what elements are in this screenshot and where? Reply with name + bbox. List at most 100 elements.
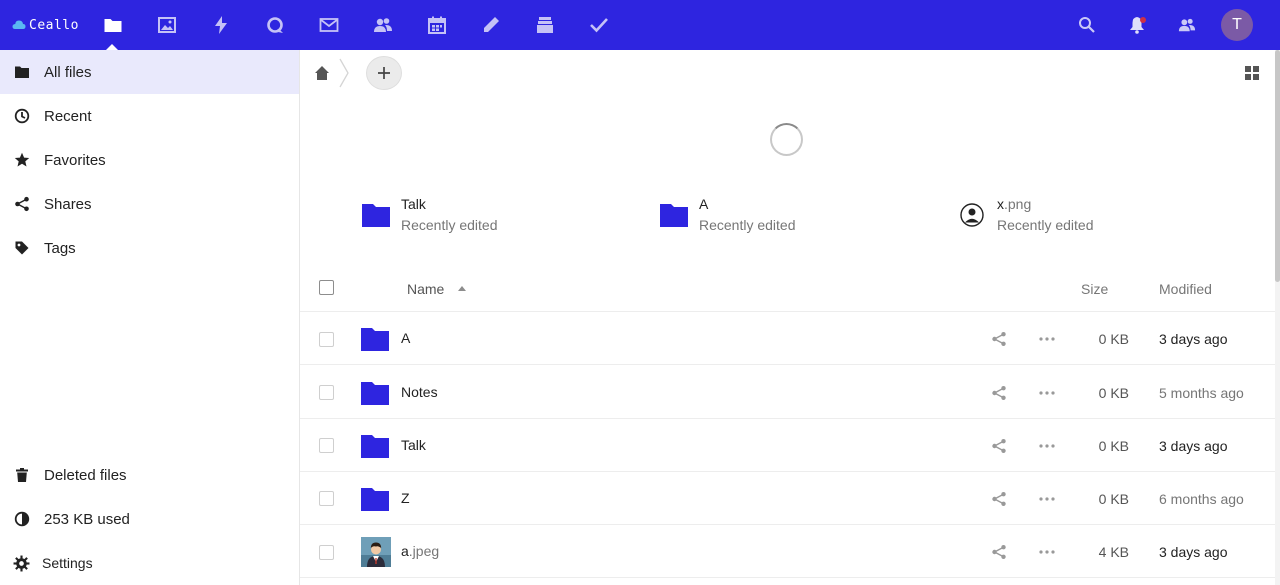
folder-icon: [362, 204, 390, 227]
recent-item[interactable]: Talk Recently edited: [362, 195, 622, 239]
file-size: 0 KB: [1098, 491, 1129, 507]
app-calendar[interactable]: [424, 12, 450, 38]
sidebar-item-all-files[interactable]: All files: [0, 50, 299, 94]
sidebar-item-favorites[interactable]: Favorites: [0, 138, 299, 182]
app-notes[interactable]: [478, 12, 504, 38]
page-scrollbar[interactable]: [1275, 50, 1280, 585]
app-photos[interactable]: [154, 12, 180, 38]
brand[interactable]: Ceallo: [12, 15, 79, 35]
folder-icon: [13, 63, 31, 81]
folder-icon: [361, 328, 389, 351]
breadcrumb-home[interactable]: [312, 63, 332, 83]
recent-item[interactable]: x.png Recently edited: [958, 195, 1218, 239]
share-action-icon[interactable]: [990, 437, 1008, 455]
share-action-icon[interactable]: [990, 490, 1008, 508]
sidebar-item-settings[interactable]: Settings: [0, 541, 299, 585]
share-icon: [13, 195, 31, 213]
share-action-icon[interactable]: [990, 384, 1008, 402]
file-modified: 3 days ago: [1159, 438, 1228, 454]
file-name[interactable]: Z: [401, 490, 410, 506]
sidebar-item-recent[interactable]: Recent: [0, 94, 299, 138]
app-files[interactable]: [100, 12, 126, 38]
table-row[interactable]: a.jpeg 4 KB 3 days ago: [300, 525, 1275, 578]
sidebar-item-deleted-files[interactable]: Deleted files: [0, 453, 299, 497]
grid-view-icon: [1245, 66, 1259, 80]
more-actions-icon[interactable]: [1037, 543, 1057, 561]
sidebar-item-quota[interactable]: 253 KB used: [0, 497, 299, 541]
file-modified: 3 days ago: [1159, 544, 1228, 560]
main-content: Talk Recently edited A Recently edited x…: [300, 50, 1275, 585]
table-row[interactable]: Notes 0 KB 5 months ago: [300, 366, 1275, 419]
app-talk[interactable]: [262, 12, 288, 38]
tasks-icon: [590, 18, 608, 33]
search-icon: [1079, 17, 1095, 33]
avatar[interactable]: T: [1221, 9, 1253, 41]
table-row[interactable]: A 0 KB 3 days ago: [300, 312, 1275, 365]
recent-item-subtitle: Recently edited: [699, 217, 796, 233]
recent-item-subtitle: Recently edited: [997, 217, 1094, 233]
deck-icon: [537, 17, 553, 33]
row-checkbox[interactable]: [319, 545, 334, 560]
file-size: 4 KB: [1098, 544, 1129, 560]
share-action-icon[interactable]: [990, 330, 1008, 348]
sidebar-item-tags[interactable]: Tags: [0, 226, 299, 270]
image-thumbnail-icon: [361, 537, 391, 567]
recent-item[interactable]: A Recently edited: [660, 195, 920, 239]
sidebar: All files Recent Favorites Shares Tags D…: [0, 50, 300, 585]
contacts-icon: [374, 18, 392, 32]
app-deck[interactable]: [532, 12, 558, 38]
file-name[interactable]: A: [401, 330, 410, 346]
app-activity[interactable]: [208, 12, 234, 38]
column-size-header[interactable]: Size: [1081, 281, 1108, 297]
sidebar-item-shares[interactable]: Shares: [0, 182, 299, 226]
files-icon: [104, 19, 122, 32]
file-modified: 3 days ago: [1159, 331, 1228, 347]
more-actions-icon[interactable]: [1037, 490, 1057, 508]
app-tasks[interactable]: [586, 12, 612, 38]
row-checkbox[interactable]: [319, 385, 334, 400]
file-name[interactable]: Notes: [401, 384, 438, 400]
sidebar-item-label: Recent: [44, 107, 92, 125]
folder-icon: [361, 435, 389, 458]
search-button[interactable]: [1075, 13, 1099, 37]
scrollbar-thumb[interactable]: [1275, 50, 1280, 282]
file-modified: 5 months ago: [1159, 385, 1244, 401]
file-name[interactable]: Talk: [401, 437, 426, 453]
app-contacts[interactable]: [370, 12, 396, 38]
cloud-logo-icon: [12, 20, 26, 29]
column-modified-header[interactable]: Modified: [1159, 281, 1212, 297]
calendar-icon: [428, 16, 446, 34]
sidebar-item-label: Settings: [42, 555, 93, 571]
sidebar-item-label: Favorites: [44, 151, 106, 169]
star-icon: [13, 151, 31, 169]
contacts-menu-button[interactable]: [1175, 13, 1199, 37]
clock-icon: [13, 107, 31, 125]
notes-icon: [484, 17, 499, 32]
more-actions-icon[interactable]: [1037, 437, 1057, 455]
share-action-icon[interactable]: [990, 543, 1008, 561]
new-file-button[interactable]: [366, 56, 402, 90]
files-table-header: Name Size Modified: [300, 266, 1275, 312]
activity-icon: [215, 16, 227, 34]
recent-item-name: A: [699, 196, 709, 212]
trash-icon: [13, 466, 31, 484]
select-all-checkbox[interactable]: [319, 280, 334, 295]
notifications-button[interactable]: [1125, 13, 1149, 37]
row-checkbox[interactable]: [319, 491, 334, 506]
table-row[interactable]: Z 0 KB 6 months ago: [300, 472, 1275, 525]
more-actions-icon[interactable]: [1037, 384, 1057, 402]
file-size: 0 KB: [1098, 331, 1129, 347]
tag-icon: [13, 239, 31, 257]
recent-item-name: x.png: [997, 196, 1032, 212]
sidebar-item-label: All files: [44, 63, 92, 81]
table-row[interactable]: Talk 0 KB 3 days ago: [300, 419, 1275, 472]
row-checkbox[interactable]: [319, 332, 334, 347]
app-mail[interactable]: [316, 12, 342, 38]
row-checkbox[interactable]: [319, 438, 334, 453]
file-name[interactable]: a.jpeg: [401, 543, 439, 559]
sidebar-item-label: Tags: [44, 239, 76, 257]
grid-view-toggle[interactable]: [1242, 63, 1262, 83]
folder-icon: [361, 382, 389, 405]
column-name-header[interactable]: Name: [407, 281, 444, 297]
more-actions-icon[interactable]: [1037, 330, 1057, 348]
